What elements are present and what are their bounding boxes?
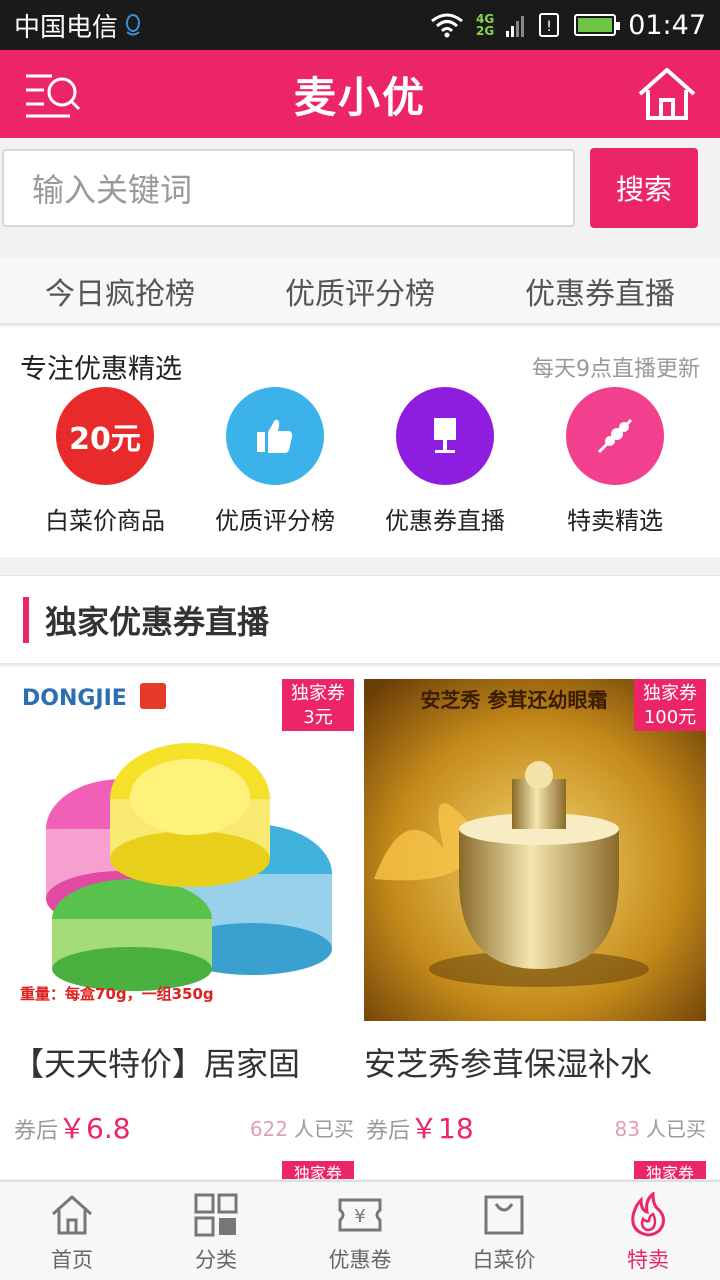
app-title: 麦小优 bbox=[293, 72, 426, 122]
signal-icon bbox=[506, 16, 525, 37]
nav-label: 优惠卷 bbox=[328, 1248, 392, 1272]
product-price: 券后￥18 bbox=[366, 1107, 474, 1147]
image-banner: 安芝秀 参茸还幼眼霜 bbox=[421, 688, 608, 712]
product-card[interactable]: 安芝秀 参茸还幼眼霜 独家券 100元 安芝秀参茸保湿补水 券后￥18 83 人… bbox=[364, 679, 706, 1169]
qq-icon bbox=[126, 14, 141, 36]
ranking-tabs: 今日疯抢榜 优质评分榜 优惠券直播 bbox=[0, 258, 720, 325]
category-quality-rating[interactable]: 优质评分榜 bbox=[190, 387, 360, 536]
sold-count: 83 人已买 bbox=[615, 1113, 706, 1142]
nav-label: 特卖 bbox=[627, 1248, 669, 1272]
status-right: 4G 2G ! 01:47 bbox=[430, 10, 706, 41]
bottom-nav: 首页 分类 ¥ 优惠卷 白菜价 特卖 bbox=[0, 1180, 720, 1280]
category-label: 优质评分榜 bbox=[215, 507, 335, 535]
carrier-name: 中国电信 bbox=[14, 12, 119, 43]
nav-category[interactable]: 分类 bbox=[144, 1182, 288, 1280]
sold-suffix: 人已买 bbox=[294, 1117, 354, 1141]
product-price: 券后￥6.8 bbox=[14, 1107, 131, 1147]
category-label: 白菜价商品 bbox=[45, 507, 165, 535]
product-name[interactable]: 安芝秀参茸保湿补水 bbox=[364, 1039, 706, 1085]
wifi-icon bbox=[431, 13, 463, 38]
feature-heading: 专注优惠精选 bbox=[20, 354, 182, 385]
coupon-badge: 独家券 bbox=[282, 1161, 354, 1179]
product-grid: DONGJIE 重量：每盒70g，一组350g 独家券 3元 【天天特价】居家固… bbox=[0, 667, 720, 1179]
section-header: 独家优惠券直播 bbox=[0, 575, 720, 665]
tab-quality-rating[interactable]: 优质评分榜 bbox=[240, 258, 480, 323]
tab-coupon-live[interactable]: 优惠券直播 bbox=[480, 258, 720, 323]
tab-crazy-rush[interactable]: 今日疯抢榜 bbox=[0, 258, 240, 323]
search-menu-icon[interactable] bbox=[24, 68, 82, 120]
sold-suffix: 人已买 bbox=[646, 1117, 706, 1141]
image-caption: 重量：每盒70g，一组350g bbox=[20, 985, 214, 1003]
badge-line1: 独家券 bbox=[643, 683, 697, 704]
category-special-sale[interactable]: 特卖精选 bbox=[530, 387, 700, 536]
network-type: 4G 2G bbox=[476, 13, 494, 37]
feature-section: 专注优惠精选 每天9点直播更新 20元 白菜价商品 优质评分榜 优惠券直播 特卖… bbox=[0, 327, 720, 557]
skewer-icon bbox=[566, 387, 664, 485]
app-header: 麦小优 bbox=[0, 50, 720, 138]
section-title: 独家优惠券直播 bbox=[45, 602, 270, 641]
nav-label: 白菜价 bbox=[472, 1248, 536, 1272]
carrier-group: 中国电信 bbox=[14, 7, 142, 44]
nav-label: 首页 bbox=[51, 1248, 93, 1272]
search-bar: 输入关键词 搜索 bbox=[0, 138, 720, 238]
coupon-badge: 独家券 bbox=[634, 1161, 706, 1179]
badge-line1: 独家券 bbox=[291, 683, 345, 704]
nav-coupon[interactable]: ¥ 优惠卷 bbox=[288, 1182, 432, 1280]
nav-cheap[interactable]: 白菜价 bbox=[432, 1182, 576, 1280]
next-product-peek[interactable]: 独家券 bbox=[12, 1161, 354, 1179]
nav-label: 分类 bbox=[195, 1248, 237, 1272]
search-input[interactable]: 输入关键词 bbox=[2, 149, 575, 227]
coupon-badge: 独家券 3元 bbox=[282, 679, 354, 731]
thumbs-up-icon bbox=[226, 387, 324, 485]
price-prefix: 券后 bbox=[366, 1119, 411, 1144]
coupon-icon: ¥ bbox=[338, 1198, 382, 1232]
status-bar: 中国电信 4G 2G ! 01:47 bbox=[0, 0, 720, 50]
battery-icon bbox=[574, 14, 621, 36]
price-prefix: 券后 bbox=[14, 1119, 59, 1144]
grid-icon bbox=[194, 1193, 238, 1237]
bag-icon bbox=[484, 1195, 524, 1235]
price-value: ￥18 bbox=[410, 1112, 474, 1145]
next-product-peek[interactable]: 独家券 bbox=[364, 1161, 706, 1179]
lamp-icon bbox=[396, 387, 494, 485]
clock: 01:47 bbox=[628, 9, 706, 41]
product-name[interactable]: 【天天特价】居家固 bbox=[12, 1039, 354, 1085]
section-accent-bar bbox=[23, 596, 29, 643]
search-button[interactable]: 搜索 bbox=[590, 148, 698, 228]
badge-line2: 3元 bbox=[303, 707, 333, 728]
network-bottom: 2G bbox=[475, 24, 495, 38]
badge-line2: 100元 bbox=[643, 707, 697, 728]
category-coupon-live[interactable]: 优惠券直播 bbox=[360, 387, 530, 536]
sold-number: 622 bbox=[249, 1117, 288, 1141]
category-label: 特卖精选 bbox=[567, 507, 663, 535]
price-value: ￥6.8 bbox=[58, 1112, 131, 1145]
home-icon[interactable] bbox=[636, 66, 698, 122]
app-screen: 中国电信 4G 2G ! 01:47 麦小优 输入关键词 搜索 今日疯抢榜 优质… bbox=[0, 0, 720, 1280]
category-label: 优惠券直播 bbox=[385, 507, 505, 535]
feature-note: 每天9点直播更新 bbox=[532, 357, 700, 382]
nav-special-sale[interactable]: 特卖 bbox=[576, 1182, 720, 1280]
category-shortcuts: 20元 白菜价商品 优质评分榜 优惠券直播 特卖精选 bbox=[0, 387, 720, 536]
svg-text:!: ! bbox=[546, 19, 552, 35]
nav-home[interactable]: 首页 bbox=[0, 1182, 144, 1280]
coupon-badge: 独家券 100元 bbox=[634, 679, 706, 731]
sold-number: 83 bbox=[614, 1117, 640, 1141]
product-image[interactable]: DONGJIE 重量：每盒70g，一组350g 独家券 3元 bbox=[12, 679, 354, 1021]
brand-logo: DONGJIE bbox=[22, 686, 127, 711]
category-cheap-goods[interactable]: 20元 白菜价商品 bbox=[20, 387, 190, 536]
price-20-badge: 20元 bbox=[56, 387, 154, 485]
sim-icon: ! bbox=[539, 13, 560, 37]
svg-text:¥: ¥ bbox=[354, 1206, 365, 1227]
product-image[interactable]: 安芝秀 参茸还幼眼霜 独家券 100元 bbox=[364, 679, 706, 1021]
home-icon bbox=[51, 1194, 93, 1235]
product-card[interactable]: DONGJIE 重量：每盒70g，一组350g 独家券 3元 【天天特价】居家固… bbox=[12, 679, 354, 1169]
flame-icon bbox=[631, 1192, 665, 1237]
sold-count: 622 人已买 bbox=[250, 1113, 354, 1142]
